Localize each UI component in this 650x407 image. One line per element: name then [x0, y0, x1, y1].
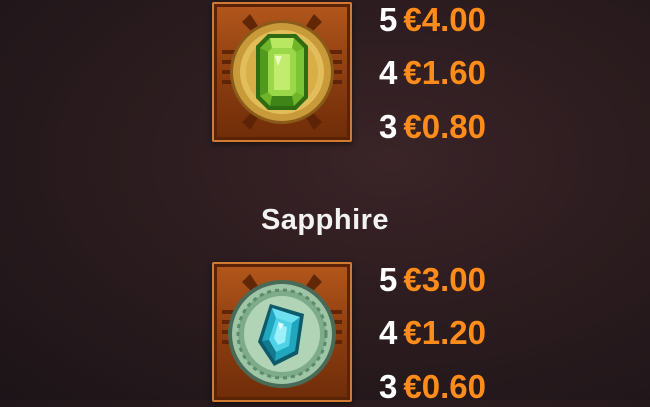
payout-amount: €1.20 — [403, 314, 486, 351]
payout-count: 4 — [379, 54, 398, 91]
payout-row: 5 €4.00 — [379, 0, 486, 40]
payout-row: 5 €3.00 — [379, 260, 486, 300]
payout-amount: €3.00 — [403, 261, 486, 298]
payout-row: 3 €0.60 — [379, 367, 486, 407]
symbol-block-emerald: 5 €4.00 4 €1.60 3 €0.80 — [0, 0, 650, 170]
payout-amount: €4.00 — [403, 1, 486, 38]
payout-amount: €1.60 — [403, 54, 486, 91]
symbol-title: Sapphire — [260, 204, 390, 236]
symbol-block-sapphire: Sapphire 5 €3.00 4 €1.20 3 €0.60 — [0, 200, 650, 405]
payout-count: 3 — [379, 108, 398, 145]
sapphire-gem-icon — [222, 274, 342, 388]
payout-row: 4 €1.60 — [379, 53, 486, 93]
payout-count: 3 — [379, 368, 398, 405]
sapphire-symbol-tile — [212, 262, 352, 402]
payout-amount: €0.80 — [403, 108, 486, 145]
emerald-symbol-tile — [212, 2, 352, 142]
payout-count: 4 — [379, 314, 398, 351]
emerald-gem-icon — [222, 14, 342, 130]
payout-row: 3 €0.80 — [379, 107, 486, 147]
paytable: 5 €4.00 4 €1.60 3 €0.80 Sapphire 5 €3.00… — [0, 0, 650, 405]
payout-amount: €0.60 — [403, 368, 486, 405]
payout-count: 5 — [379, 1, 398, 38]
payout-count: 5 — [379, 261, 398, 298]
payout-row: 4 €1.20 — [379, 313, 486, 353]
